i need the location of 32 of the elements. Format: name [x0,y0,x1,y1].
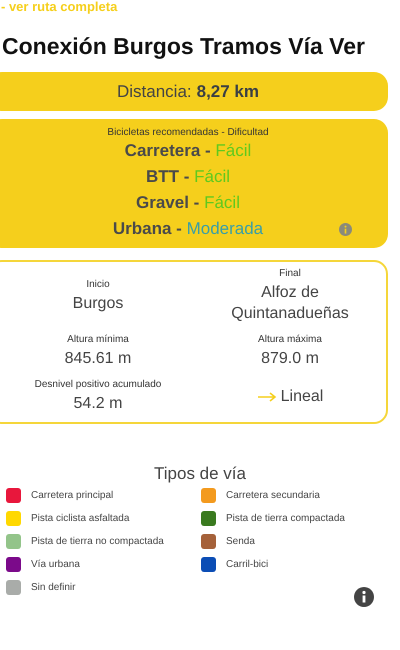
route-title: Conexión Burgos Tramos Vía Ver [2,32,365,60]
legend-label: Sin definir [31,582,76,593]
detail-label: Final [279,268,301,279]
legend-label: Carril-bici [226,559,268,570]
route-link[interactable]: - ver ruta completa [1,0,118,14]
bike-difficulty-text: Carretera - Fácil [124,141,252,160]
info-icon[interactable] [354,587,374,607]
detail-label: Desnivel positivo acumulado [34,379,162,390]
legend-label: Pista ciclista asfaltada [31,513,130,524]
detail-value: 54.2 m [74,394,122,414]
bike-difficulty-text: BTT - Fácil [146,167,230,186]
detail-label: Altura mínima [67,334,129,345]
legend-label: Carretera secundaria [226,490,320,501]
legend-label: Pista de tierra compactada [226,513,345,524]
detail-value: Lineal [280,387,324,407]
detail-value: Burgos [72,294,124,314]
detail-label: Inicio [86,278,110,290]
distance-label: Distancia: [116,82,192,102]
legend-label: Carretera principal [31,490,114,501]
detail-value: Alfoz de Quintanadueñas [230,283,350,324]
bike-difficulty-text: Gravel - Fácil [136,193,240,212]
detail-value: 879.0 m [261,349,319,369]
detail-label: Altura máxima [258,334,322,345]
legend-label: Senda [226,536,255,547]
arrow-icon [256,392,277,402]
legend-label: Pista de tierra no compactada [31,536,164,547]
bikes-heading: Bicicletas recomendadas - Dificultad [107,127,269,138]
legend-title: Tipos de vía [153,464,247,484]
detail-value: 845.61 m [64,349,132,369]
distance-value: 8,27 km [196,82,260,102]
bike-difficulty-text: Urbana - Moderada [112,219,264,238]
legend-label: Vía urbana [31,559,80,570]
